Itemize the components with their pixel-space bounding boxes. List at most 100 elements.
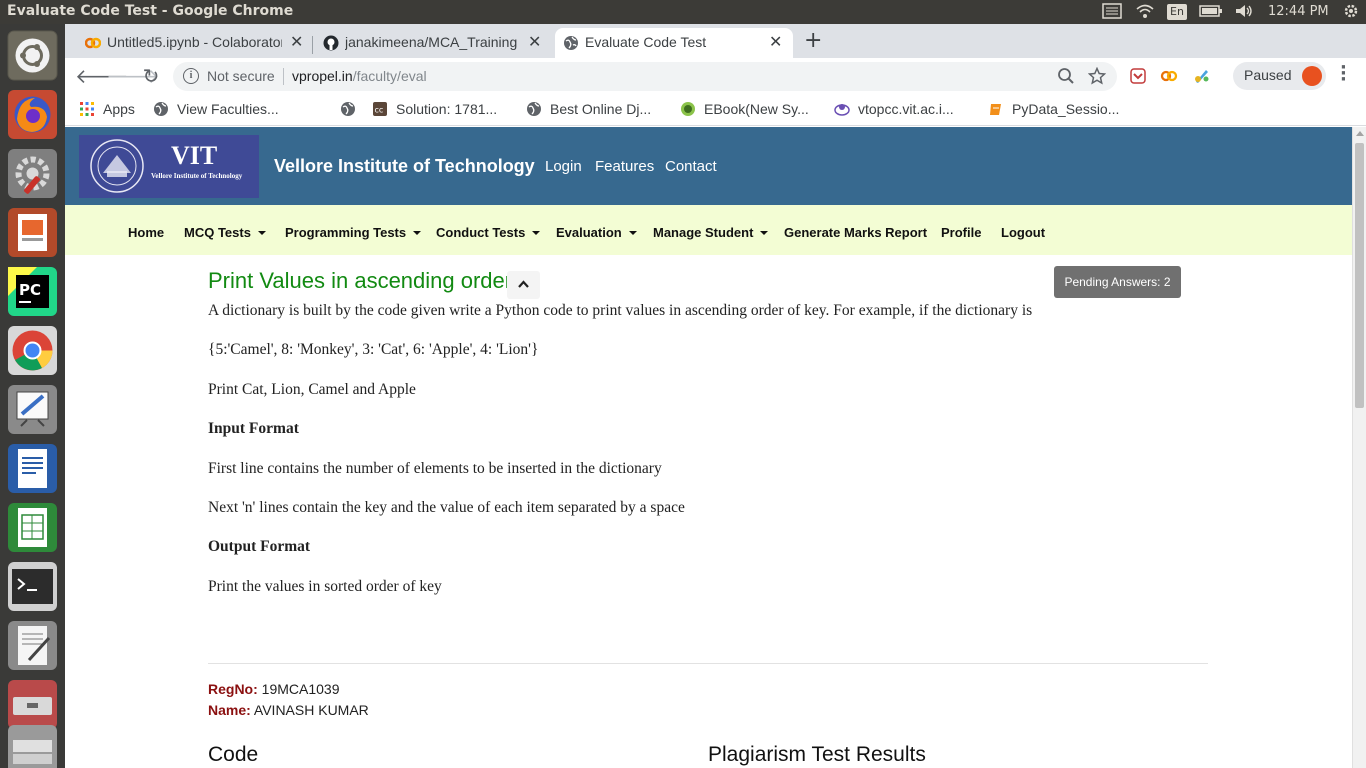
tab-strip: Untitled5.ipynb - Colaboratory ✕ janakim… [65,24,1366,58]
address-bar[interactable]: i Not secure vpropel.in/faculty/eval [173,62,1117,91]
nav-programming-tests[interactable]: Programming Tests [285,225,422,240]
chevron-down-icon [257,231,266,235]
profile-status: Paused [1244,67,1292,83]
logo-subtitle: Vellore Institute of Technology [151,172,243,180]
notebook-icon [990,104,1001,115]
question-paragraph: Print the values in sorted order of key [208,578,442,595]
bookmark-best-online[interactable]: Best Online Dj... [526,101,651,117]
nav-logout[interactable]: Logout [1001,225,1045,240]
forward-button[interactable]: 🡒 [106,64,160,88]
student-name-value: AVINASH KUMAR [253,702,369,718]
bookmark-globe[interactable] [340,101,364,117]
vit-logo[interactable]: VIT Vellore Institute of Technology [79,135,259,198]
pycharm-icon[interactable]: PC [7,266,58,317]
os-top-panel: Evaluate Code Test - Google Chrome En 12… [0,0,1366,24]
svg-text:PC: PC [19,281,41,299]
apps-grid-icon [80,102,94,116]
nav-conduct-tests[interactable]: Conduct Tests [436,225,541,240]
site-header: VIT Vellore Institute of Technology Vell… [65,127,1352,205]
text-editor-icon[interactable] [7,620,58,671]
bookmarks-bar: Apps View Faculties... cc Solution: 1781.… [65,94,1366,126]
writer-icon[interactable] [7,443,58,494]
colab-icon [85,37,101,49]
header-link-features[interactable]: Features [595,158,654,175]
bookmark-pydata[interactable]: PyData_Sessio... [988,101,1119,117]
volume-icon[interactable] [1234,3,1254,21]
address-separator [283,68,284,85]
close-icon[interactable]: ✕ [769,32,782,52]
tab-evaluate-code-test[interactable]: Evaluate Code Test ✕ [555,28,793,58]
name-line: Name: AVINASH KUMAR [208,702,369,718]
question-paragraph: First line contains the number of elemen… [208,460,662,477]
nav-generate-marks-report[interactable]: Generate Marks Report [784,225,927,240]
battery-icon[interactable] [1199,3,1223,21]
bookmark-apps[interactable]: Apps [79,101,135,117]
ebook-icon [681,102,695,116]
plagiarism-section-title: Plagiarism Test Results [708,743,926,766]
vtop-icon [834,104,850,116]
bookmark-solution[interactable]: cc Solution: 1781... [372,101,497,117]
terminal-icon[interactable] [7,561,58,612]
nav-manage-student[interactable]: Manage Student [653,225,769,240]
usb-drive-icon[interactable] [7,679,58,730]
calc-icon[interactable] [7,502,58,553]
tab-github[interactable]: janakimeena/MCA_Training ✕ [315,28,547,58]
reload-button[interactable]: ↻ [139,64,163,88]
tab-colab[interactable]: Untitled5.ipynb - Colaboratory ✕ [77,28,309,58]
globe-icon [341,102,355,116]
bookmark-vtop[interactable]: vtopcc.vit.ac.i... [834,101,954,117]
tab-title: Evaluate Code Test [585,34,707,50]
chevron-down-icon [532,231,541,235]
question-paragraph: A dictionary is built by the code given … [208,302,1033,319]
paint-extension-icon[interactable] [1193,67,1211,85]
window-title: Evaluate Code Test - Google Chrome [7,3,294,19]
bookmark-view-faculties[interactable]: View Faculties... [153,101,279,117]
close-icon[interactable]: ✕ [528,32,541,52]
ubuntu-dash-icon[interactable] [7,30,58,81]
pocket-extension-icon[interactable] [1129,67,1147,85]
chevron-down-icon [760,231,769,235]
bookmark-star-icon[interactable] [1087,66,1107,85]
chrome-icon[interactable] [7,325,58,376]
tab-title: janakimeena/MCA_Training [345,34,518,50]
site-title[interactable]: Vellore Institute of Technology [274,156,535,177]
collapse-button[interactable] [507,271,540,299]
security-status[interactable]: Not secure [207,68,275,84]
info-icon[interactable]: i [183,68,199,84]
new-tab-button[interactable]: + [804,28,822,53]
close-icon[interactable]: ✕ [290,32,303,52]
scroll-up-arrow[interactable] [1356,131,1364,136]
wifi-icon[interactable] [1135,3,1155,21]
nav-home[interactable]: Home [128,225,164,240]
scanner-icon[interactable] [7,724,58,768]
regno-line: RegNo: 19MCA1039 [208,681,340,697]
back-button[interactable]: 🡐 [75,64,129,88]
nav-profile[interactable]: Profile [941,225,981,240]
codechef-icon: cc [373,102,387,116]
browser-menu-icon[interactable]: · · · [1340,59,1348,89]
pending-answers-badge[interactable]: Pending Answers: 2 [1054,266,1181,298]
system-settings-icon[interactable] [7,148,58,199]
bookmark-ebook[interactable]: EBook(New Sy... [680,101,809,117]
url-text[interactable]: vpropel.in/faculty/eval [292,68,427,84]
svg-text:cc: cc [375,106,384,115]
page-scrollbar[interactable] [1352,127,1366,768]
clock[interactable]: 12:44 PM [1268,4,1329,22]
power-gear-icon[interactable] [1341,3,1361,21]
nav-evaluation[interactable]: Evaluation [556,225,637,240]
colab-extension-icon[interactable] [1160,67,1178,85]
profile-paused-button[interactable]: Paused [1233,62,1326,90]
divider [208,663,1208,664]
drawing-icon[interactable] [7,384,58,435]
menu-list-icon[interactable] [1102,3,1122,21]
scroll-thumb[interactable] [1355,143,1364,408]
firefox-icon[interactable] [7,89,58,140]
globe-icon [154,102,168,116]
zoom-search-icon[interactable] [1057,67,1075,85]
nav-mcq-tests[interactable]: MCQ Tests [184,225,266,240]
header-link-contact[interactable]: Contact [665,158,717,175]
header-link-login[interactable]: Login [545,158,582,175]
impress-icon[interactable] [7,207,58,258]
github-icon [323,35,339,51]
keyboard-layout-indicator[interactable]: En [1167,4,1187,20]
